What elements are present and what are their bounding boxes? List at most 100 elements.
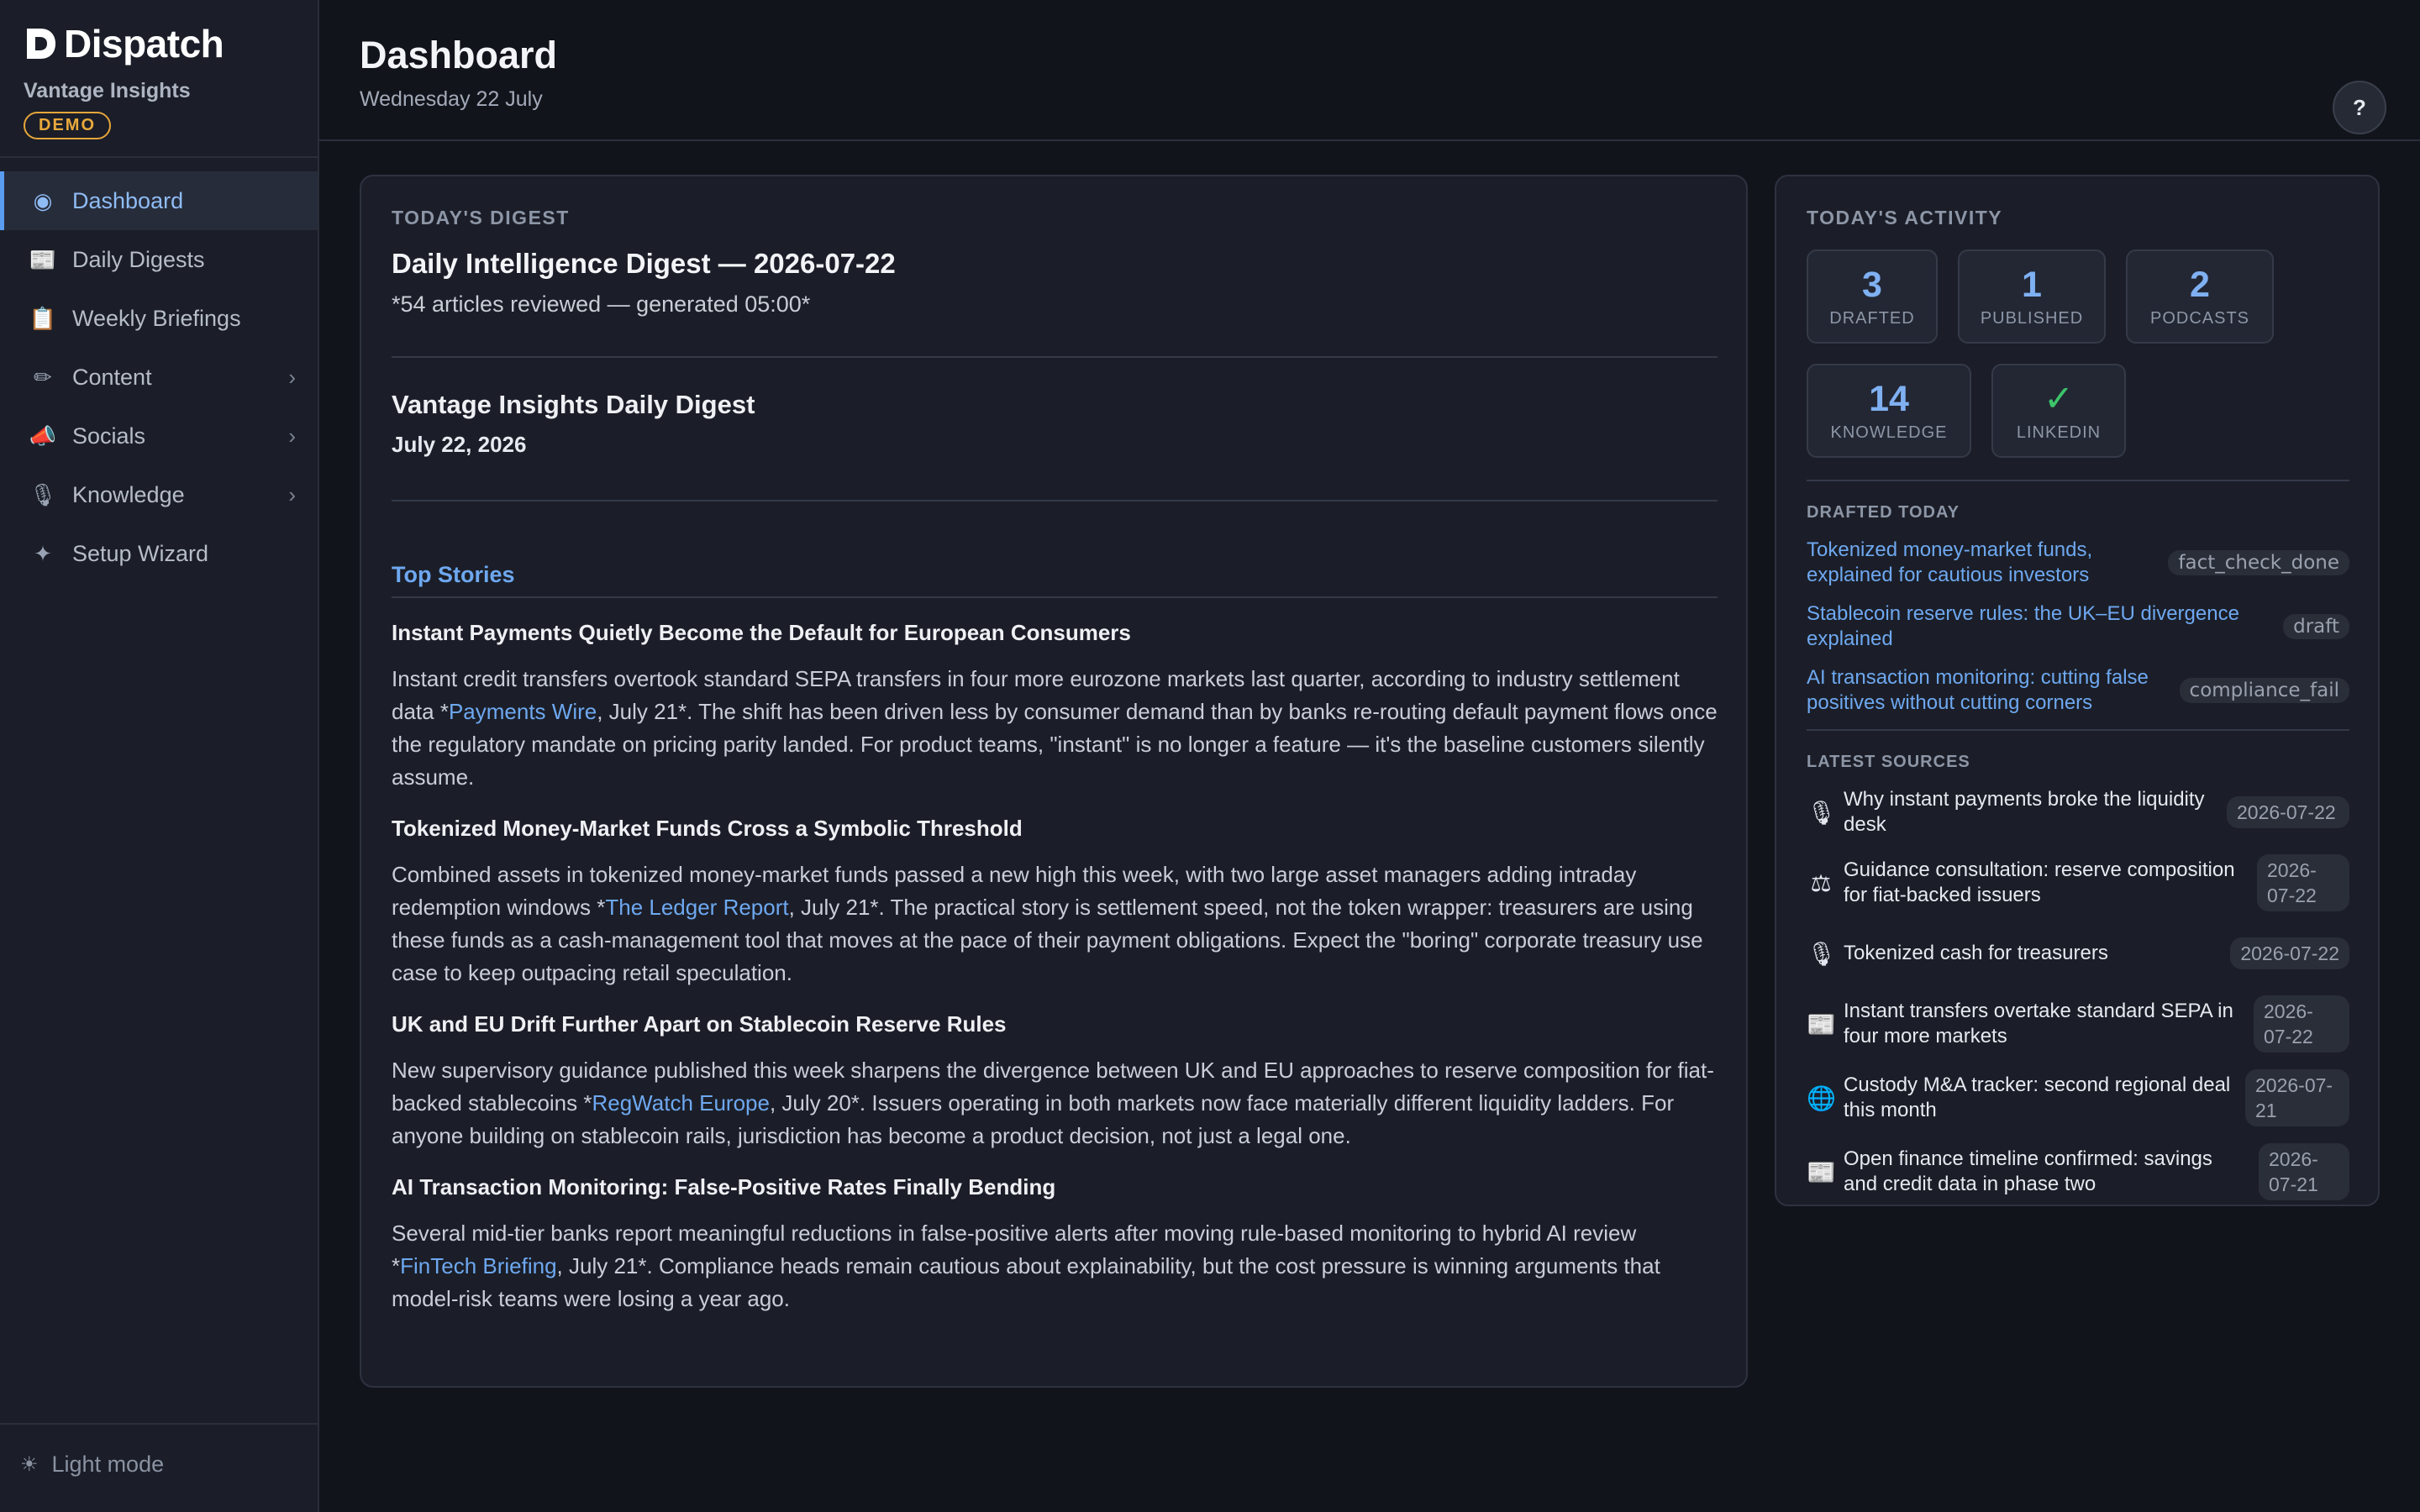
sidebar-item-setup-wizard[interactable]: ✦ Setup Wizard xyxy=(0,524,318,583)
source-link[interactable]: FinTech Briefing xyxy=(400,1253,556,1278)
microphone-icon: 🎙 xyxy=(29,481,57,507)
chevron-right-icon: › xyxy=(288,364,296,390)
sidebar-item-dashboard[interactable]: ◉ Dashboard xyxy=(0,171,318,230)
stat-label: PUBLISHED xyxy=(1980,308,2084,328)
source-title[interactable]: Open finance timeline confirmed: savings… xyxy=(1844,1147,2249,1197)
chevron-right-icon: › xyxy=(288,481,296,507)
story-body: New supervisory guidance published this … xyxy=(392,1054,1718,1152)
sources-list: 🎙 Why instant payments broke the liquidi… xyxy=(1807,787,2349,1200)
stat-label: KNOWLEDGE xyxy=(1830,423,1948,442)
logo[interactable]: Dispatch xyxy=(24,22,224,66)
sidebar-item-label: Setup Wizard xyxy=(72,540,209,566)
story-headline: AI Transaction Monitoring: False-Positiv… xyxy=(392,1174,1056,1200)
source-title[interactable]: Instant transfers overtake standard SEPA… xyxy=(1844,999,2244,1049)
source-title[interactable]: Why instant payments broke the liquidity… xyxy=(1844,787,2217,837)
demo-badge: DEMO xyxy=(24,112,111,139)
drafted-today-label: DRAFTED TODAY xyxy=(1807,503,1960,522)
brand: Dispatch Vantage Insights DEMO xyxy=(24,22,224,139)
drafted-item[interactable]: AI transaction monitoring: cutting false… xyxy=(1807,665,2349,716)
story-headline: Tokenized Money-Market Funds Cross a Sym… xyxy=(392,816,1023,841)
dashboard-icon: ◉ xyxy=(33,187,53,213)
story-body: Combined assets in tokenized money-marke… xyxy=(392,858,1718,990)
story-headline: UK and EU Drift Further Apart on Stablec… xyxy=(392,1011,1007,1037)
publication-date: July 22, 2026 xyxy=(392,432,527,457)
chevron-right-icon: › xyxy=(288,423,296,449)
sidebar-item-socials[interactable]: 📣 Socials › xyxy=(0,407,318,465)
header-divider xyxy=(319,139,2420,141)
stat-label: LINKEDIN xyxy=(2016,423,2102,442)
stat-knowledge[interactable]: 14 KNOWLEDGE xyxy=(1807,364,1971,458)
source-item[interactable]: 🎙 Why instant payments broke the liquidi… xyxy=(1807,787,2349,837)
stat-podcasts[interactable]: 2 PODCASTS xyxy=(2126,249,2274,344)
sidebar-item-daily-digests[interactable]: 📰 Daily Digests xyxy=(0,230,318,289)
scales-icon: ⚖ xyxy=(1810,869,1832,896)
light-mode-toggle[interactable]: ☀ Light mode xyxy=(20,1452,164,1478)
dispatch-logo-icon xyxy=(27,29,55,59)
source-title[interactable]: Tokenized cash for treasurers xyxy=(1844,941,2220,966)
stat-label: DRAFTED xyxy=(1829,308,1915,328)
publication-title: Vantage Insights Daily Digest xyxy=(392,390,755,419)
brand-name: Dispatch xyxy=(64,22,224,66)
source-link[interactable]: RegWatch Europe xyxy=(592,1090,769,1116)
divider xyxy=(392,596,1718,598)
source-item[interactable]: 📰 Open finance timeline confirmed: savin… xyxy=(1807,1143,2349,1200)
source-date: 2026-07-21 xyxy=(2245,1069,2349,1126)
digest-card: TODAY'S DIGEST Daily Intelligence Digest… xyxy=(360,175,1748,1388)
divider xyxy=(1807,729,2349,731)
drafted-title-link[interactable]: Stablecoin reserve rules: the UK–EU dive… xyxy=(1807,601,2260,652)
sidebar-item-knowledge[interactable]: 🎙 Knowledge › xyxy=(0,465,318,524)
divider xyxy=(1807,480,2349,481)
newspaper-icon: 📰 xyxy=(29,246,57,272)
page-title: Dashboard xyxy=(360,34,558,76)
status-badge: fact_check_done xyxy=(2168,550,2349,575)
sidebar-item-label: Socials xyxy=(72,423,146,449)
divider xyxy=(392,500,1718,501)
sidebar-footer-divider xyxy=(0,1423,318,1425)
story-headline: Instant Payments Quietly Become the Defa… xyxy=(392,620,1131,645)
activity-section-label: TODAY'S ACTIVITY xyxy=(1807,207,2003,228)
page-date: Wednesday 22 July xyxy=(360,87,543,111)
source-item[interactable]: 📰 Instant transfers overtake standard SE… xyxy=(1807,995,2349,1053)
source-date: 2026-07-22 xyxy=(2254,995,2349,1053)
source-title[interactable]: Guidance consultation: reserve compositi… xyxy=(1844,858,2247,908)
source-title[interactable]: Custody M&A tracker: second regional dea… xyxy=(1844,1073,2235,1123)
stat-drafted[interactable]: 3 DRAFTED xyxy=(1807,249,1938,344)
divider xyxy=(392,356,1718,358)
sparkle-icon: ✦ xyxy=(34,540,52,566)
drafted-title-link[interactable]: AI transaction monitoring: cutting false… xyxy=(1807,665,2176,716)
stat-label: PODCASTS xyxy=(2149,308,2250,328)
check-icon: ✓ xyxy=(2043,378,2075,419)
help-button[interactable]: ? xyxy=(2333,81,2386,134)
source-item[interactable]: 🎙 Tokenized cash for treasurers 2026-07-… xyxy=(1807,928,2349,979)
source-link[interactable]: The Ledger Report xyxy=(605,895,788,920)
sidebar-item-weekly-briefings[interactable]: 📋 Weekly Briefings xyxy=(0,289,318,348)
status-badge: compliance_fail xyxy=(2179,678,2349,703)
stat-value: 3 xyxy=(1862,264,1882,305)
microphone-icon: 🎙 xyxy=(1807,940,1837,967)
drafted-title-link[interactable]: Tokenized money-market funds, explained … xyxy=(1807,538,2160,588)
story-body: Instant credit transfers overtook standa… xyxy=(392,663,1718,794)
story-body: Several mid-tier banks report meaningful… xyxy=(392,1217,1718,1315)
sidebar-item-content[interactable]: ✏ Content › xyxy=(0,348,318,407)
pencil-icon: ✏ xyxy=(34,364,52,390)
source-item[interactable]: 🌐 Custody M&A tracker: second regional d… xyxy=(1807,1069,2349,1126)
sidebar-divider xyxy=(0,156,318,158)
drafted-item[interactable]: Stablecoin reserve rules: the UK–EU dive… xyxy=(1807,601,2349,652)
top-stories-heading: Top Stories xyxy=(392,562,515,587)
story-text: , July 21*. Compliance heads remain caut… xyxy=(392,1253,1660,1311)
clipboard-icon: 📋 xyxy=(29,305,57,331)
drafted-list: Tokenized money-market funds, explained … xyxy=(1807,538,2349,716)
source-item[interactable]: ⚖ Guidance consultation: reserve composi… xyxy=(1807,854,2349,911)
activity-card: TODAY'S ACTIVITY 3 DRAFTED 1 PUBLISHED 2… xyxy=(1775,175,2380,1206)
stat-value: 2 xyxy=(2190,264,2210,305)
stat-published[interactable]: 1 PUBLISHED xyxy=(1958,249,2106,344)
newspaper-icon: 📰 xyxy=(1807,1158,1836,1185)
digest-title[interactable]: Daily Intelligence Digest — 2026-07-22 xyxy=(392,248,1718,280)
drafted-item[interactable]: Tokenized money-market funds, explained … xyxy=(1807,538,2349,588)
stat-linkedin[interactable]: ✓ LINKEDIN xyxy=(1991,364,2126,458)
digest-section-label: TODAY'S DIGEST xyxy=(392,207,570,228)
light-mode-label: Light mode xyxy=(51,1452,165,1477)
stats-grid: 3 DRAFTED 1 PUBLISHED 2 PODCASTS 14 KNOW… xyxy=(1807,249,2349,478)
source-link[interactable]: Payments Wire xyxy=(449,699,597,724)
source-date: 2026-07-22 xyxy=(2227,796,2349,828)
